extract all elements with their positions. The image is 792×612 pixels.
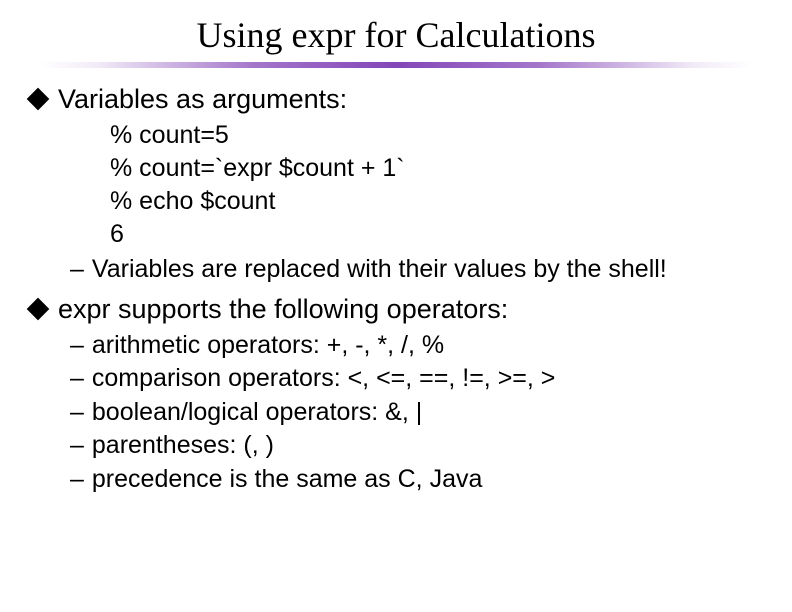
op-text: arithmetic operators: +, -, *, /, % <box>92 329 444 363</box>
bullet-expr-ops: expr supports the following operators: <box>30 292 762 327</box>
op-line: – parentheses: (, ) <box>70 429 762 463</box>
code-line: % count=5 <box>110 119 762 152</box>
dash-icon: – <box>70 463 84 497</box>
diamond-icon <box>27 88 50 111</box>
code-line: % echo $count <box>110 185 762 218</box>
op-line: – boolean/logical operators: &, | <box>70 396 762 430</box>
dash-icon: – <box>70 396 84 430</box>
bullet-text: expr supports the following operators: <box>58 292 508 327</box>
bullet-text: Variables as arguments: <box>58 82 347 117</box>
slide-title: Using expr for Calculations <box>0 0 792 62</box>
dash-icon: – <box>70 362 84 396</box>
title-divider <box>40 62 752 68</box>
code-line: 6 <box>110 218 762 251</box>
op-text: parentheses: (, ) <box>92 429 274 463</box>
op-line: – arithmetic operators: +, -, *, /, % <box>70 329 762 363</box>
code-block: % count=5 % count=`expr $count + 1` % ec… <box>110 119 762 251</box>
code-line: % count=`expr $count + 1` <box>110 152 762 185</box>
dash-icon: – <box>70 329 84 363</box>
op-line: – precedence is the same as C, Java <box>70 463 762 497</box>
op-text: boolean/logical operators: &, | <box>92 396 422 430</box>
op-text: precedence is the same as C, Java <box>92 463 482 497</box>
bullet-variables: Variables as arguments: <box>30 82 762 117</box>
note-text: Variables are replaced with their values… <box>92 253 667 287</box>
note-line: – Variables are replaced with their valu… <box>70 253 762 287</box>
op-line: – comparison operators: <, <=, ==, !=, >… <box>70 362 762 396</box>
dash-icon: – <box>70 429 84 463</box>
diamond-icon <box>27 298 50 321</box>
slide-content: Variables as arguments: % count=5 % coun… <box>0 82 792 496</box>
op-text: comparison operators: <, <=, ==, !=, >=,… <box>92 362 555 396</box>
dash-icon: – <box>70 253 84 287</box>
